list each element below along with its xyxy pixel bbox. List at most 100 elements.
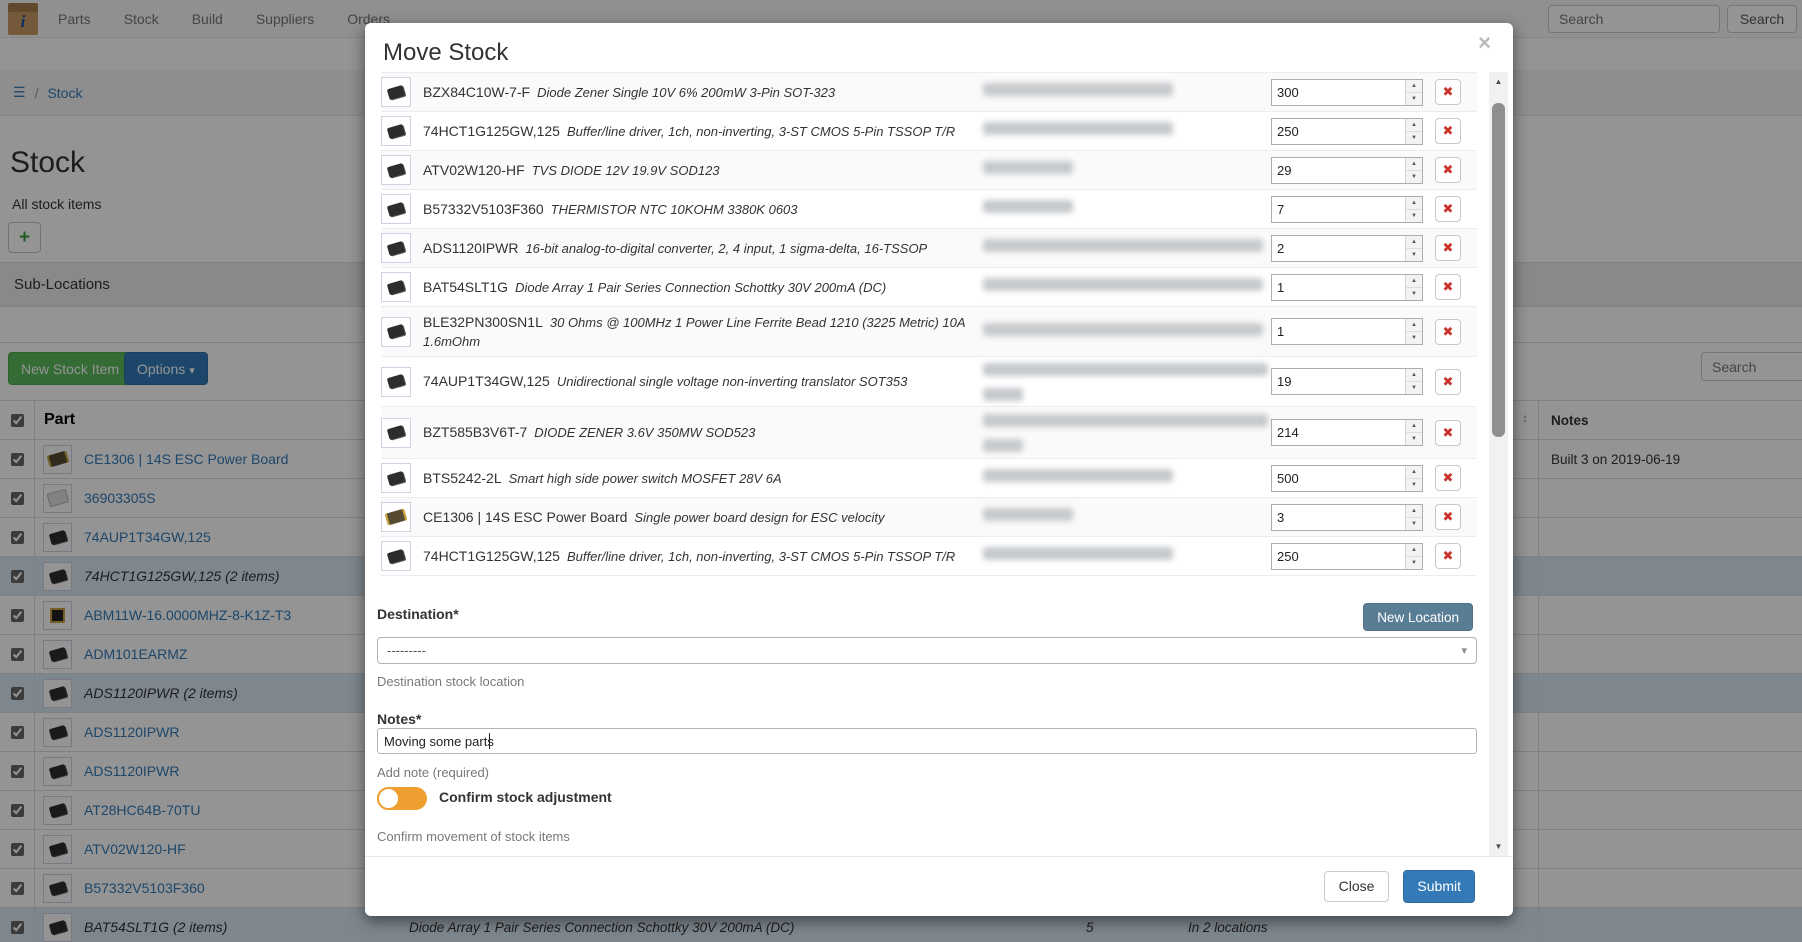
quantity-input[interactable] (1272, 197, 1405, 222)
close-icon[interactable]: × (1472, 29, 1497, 57)
remove-row-button[interactable]: ✖ (1435, 157, 1461, 183)
scrollbar-thumb[interactable] (1492, 103, 1505, 437)
quantity-input[interactable] (1272, 275, 1405, 300)
remove-icon: ✖ (1443, 123, 1454, 138)
spinner-up-icon[interactable]: ▲ (1406, 236, 1422, 249)
spinner-up-icon[interactable]: ▲ (1406, 420, 1422, 433)
spinner-down-icon[interactable]: ▼ (1406, 382, 1422, 394)
submit-button[interactable]: Submit (1403, 870, 1475, 903)
scroll-up-icon[interactable]: ▲ (1489, 77, 1508, 86)
scroll-down-icon[interactable]: ▼ (1489, 842, 1508, 851)
part-thumbnail (381, 77, 411, 107)
quantity-input[interactable] (1272, 158, 1405, 183)
spinner-down-icon[interactable]: ▼ (1406, 93, 1422, 105)
modal-stock-item-row: ATV02W120-HF TVS DIODE 12V 19.9V SOD123 ▲… (381, 151, 1477, 190)
remove-icon: ✖ (1443, 470, 1454, 485)
spinner-up-icon[interactable]: ▲ (1406, 319, 1422, 332)
remove-row-button[interactable]: ✖ (1435, 543, 1461, 569)
stock-location-redacted (983, 200, 1235, 218)
spinner-down-icon[interactable]: ▼ (1406, 171, 1422, 183)
part-description: TVS DIODE 12V 19.9V SOD123 (532, 163, 720, 178)
confirm-toggle[interactable] (377, 787, 427, 810)
spinner-up-icon[interactable]: ▲ (1406, 119, 1422, 132)
new-location-button[interactable]: New Location (1363, 603, 1473, 631)
quantity-stepper[interactable]: ▲▼ (1271, 79, 1423, 106)
spinner-up-icon[interactable]: ▲ (1406, 505, 1422, 518)
quantity-stepper[interactable]: ▲▼ (1271, 157, 1423, 184)
part-name: ATV02W120-HF (423, 162, 525, 178)
quantity-stepper[interactable]: ▲▼ (1271, 118, 1423, 145)
spinner-down-icon[interactable]: ▼ (1406, 518, 1422, 530)
quantity-stepper[interactable]: ▲▼ (1271, 465, 1423, 492)
part-name: 74HCT1G125GW,125 (423, 548, 560, 564)
quantity-stepper[interactable]: ▲▼ (1271, 419, 1423, 446)
spinner-down-icon[interactable]: ▼ (1406, 479, 1422, 491)
modal-footer: Close Submit (365, 856, 1513, 916)
quantity-input[interactable] (1272, 544, 1405, 569)
part-name: BZT585B3V6T-7 (423, 424, 527, 440)
remove-row-button[interactable]: ✖ (1435, 369, 1461, 395)
part-description: DIODE ZENER 3.6V 350MW SOD523 (534, 425, 755, 440)
destination-select[interactable]: --------- ▾ (377, 637, 1477, 664)
quantity-stepper[interactable]: ▲▼ (1271, 274, 1423, 301)
quantity-input[interactable] (1272, 80, 1405, 105)
part-description: Diode Array 1 Pair Series Connection Sch… (515, 280, 886, 295)
spinner-up-icon[interactable]: ▲ (1406, 158, 1422, 171)
spinner-up-icon[interactable]: ▲ (1406, 80, 1422, 93)
quantity-input[interactable] (1272, 466, 1405, 491)
spinner-up-icon[interactable]: ▲ (1406, 466, 1422, 479)
spinner-up-icon[interactable]: ▲ (1406, 369, 1422, 382)
text-cursor (489, 733, 490, 749)
quantity-stepper[interactable]: ▲▼ (1271, 504, 1423, 531)
quantity-input[interactable] (1272, 319, 1405, 344)
quantity-input[interactable] (1272, 505, 1405, 530)
remove-row-button[interactable]: ✖ (1435, 420, 1461, 446)
spinner-down-icon[interactable]: ▼ (1406, 433, 1422, 445)
part-thumbnail (381, 233, 411, 263)
remove-row-button[interactable]: ✖ (1435, 319, 1461, 345)
quantity-stepper[interactable]: ▲▼ (1271, 196, 1423, 223)
modal-title: Move Stock (383, 39, 508, 67)
remove-icon: ✖ (1443, 201, 1454, 216)
quantity-input[interactable] (1272, 420, 1405, 445)
remove-icon: ✖ (1443, 84, 1454, 99)
stock-location-redacted (983, 278, 1235, 296)
remove-row-button[interactable]: ✖ (1435, 274, 1461, 300)
remove-row-button[interactable]: ✖ (1435, 235, 1461, 261)
spinner-down-icon[interactable]: ▼ (1406, 249, 1422, 261)
modal-stock-item-row: 74AUP1T34GW,125Unidirectional single vol… (381, 357, 1477, 407)
part-thumbnail (381, 502, 411, 532)
quantity-input[interactable] (1272, 236, 1405, 261)
quantity-input[interactable] (1272, 369, 1405, 394)
remove-icon: ✖ (1443, 425, 1454, 440)
quantity-input[interactable] (1272, 119, 1405, 144)
spinner-up-icon[interactable]: ▲ (1406, 197, 1422, 210)
modal-scrollbar[interactable]: ▲ ▼ (1489, 72, 1508, 856)
quantity-stepper[interactable]: ▲▼ (1271, 318, 1423, 345)
remove-icon: ✖ (1443, 509, 1454, 524)
quantity-stepper[interactable]: ▲▼ (1271, 368, 1423, 395)
spinner-down-icon[interactable]: ▼ (1406, 557, 1422, 569)
part-thumbnail (381, 116, 411, 146)
quantity-stepper[interactable]: ▲▼ (1271, 543, 1423, 570)
remove-row-button[interactable]: ✖ (1435, 465, 1461, 491)
modal-stock-item-row: B57332V5103F360THERMISTOR NTC 10KOHM 338… (381, 190, 1477, 229)
spinner-down-icon[interactable]: ▼ (1406, 288, 1422, 300)
remove-row-button[interactable]: ✖ (1435, 504, 1461, 530)
close-button[interactable]: Close (1324, 871, 1390, 902)
remove-row-button[interactable]: ✖ (1435, 196, 1461, 222)
stock-location-redacted (983, 161, 1235, 179)
remove-row-button[interactable]: ✖ (1435, 118, 1461, 144)
remove-icon: ✖ (1443, 240, 1454, 255)
modal-stock-item-row: BAT54SLT1GDiode Array 1 Pair Series Conn… (381, 268, 1477, 307)
spinner-down-icon[interactable]: ▼ (1406, 210, 1422, 222)
quantity-stepper[interactable]: ▲▼ (1271, 235, 1423, 262)
spinner-up-icon[interactable]: ▲ (1406, 275, 1422, 288)
spinner-down-icon[interactable]: ▼ (1406, 332, 1422, 344)
spinner-down-icon[interactable]: ▼ (1406, 132, 1422, 144)
notes-input[interactable] (377, 728, 1477, 754)
spinner-up-icon[interactable]: ▲ (1406, 544, 1422, 557)
confirm-toggle-label: Confirm stock adjustment (439, 789, 612, 805)
remove-row-button[interactable]: ✖ (1435, 79, 1461, 105)
stock-location-redacted (983, 83, 1235, 101)
